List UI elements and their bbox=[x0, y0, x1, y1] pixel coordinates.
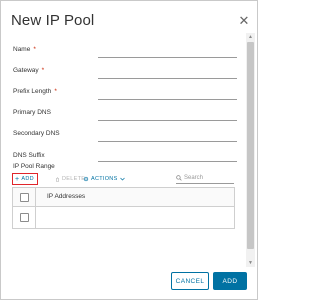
plus-icon: + bbox=[15, 175, 20, 183]
delete-range-button[interactable]: DELETE bbox=[55, 176, 85, 182]
primary-dns-field[interactable] bbox=[98, 120, 237, 121]
scroll-up-icon[interactable]: ▲ bbox=[246, 33, 255, 41]
prefix-length-label: Prefix Length * bbox=[13, 88, 57, 95]
required-mark: * bbox=[41, 67, 45, 74]
required-mark: * bbox=[54, 88, 57, 95]
new-ip-pool-dialog: New IP Pool ✕ ▲ ▼ Name * Gateway * Prefix … bbox=[0, 0, 258, 300]
gateway-label: Gateway * bbox=[13, 67, 44, 74]
search-placeholder: Search bbox=[184, 175, 204, 181]
delete-icon bbox=[56, 176, 59, 182]
ip-pool-range-label: IP Pool Range bbox=[13, 163, 55, 170]
secondary-dns-field[interactable] bbox=[98, 141, 237, 142]
row-checkbox[interactable] bbox=[20, 213, 29, 222]
select-all-checkbox[interactable] bbox=[20, 193, 29, 202]
add-range-button[interactable]: + ADD bbox=[12, 173, 38, 185]
prefix-length-field[interactable] bbox=[98, 99, 237, 100]
ip-range-table: IP Addresses bbox=[12, 187, 235, 229]
scrollbar[interactable]: ▲ ▼ bbox=[246, 33, 255, 267]
scrollbar-thumb[interactable] bbox=[247, 42, 254, 249]
table-row[interactable] bbox=[13, 207, 234, 228]
scroll-down-icon[interactable]: ▼ bbox=[246, 259, 255, 267]
actions-menu-button[interactable]: ACTIONS bbox=[83, 176, 125, 182]
add-button[interactable]: ADD bbox=[213, 272, 247, 290]
close-icon[interactable]: ✕ bbox=[237, 14, 251, 28]
search-input[interactable]: Search bbox=[176, 173, 234, 184]
column-header-ip-addresses: IP Addresses bbox=[47, 193, 86, 200]
actions-label: ACTIONS bbox=[91, 176, 118, 182]
required-mark: * bbox=[33, 46, 36, 53]
chevron-down-icon bbox=[119, 177, 125, 181]
cancel-button[interactable]: CANCEL bbox=[171, 272, 209, 290]
primary-dns-label: Primary DNS bbox=[13, 109, 51, 116]
dialog-title: New IP Pool bbox=[11, 12, 95, 29]
search-icon bbox=[176, 175, 182, 181]
dns-suffix-label: DNS Suffix bbox=[13, 152, 45, 159]
delete-range-label: DELETE bbox=[62, 176, 86, 182]
name-label: Name * bbox=[13, 46, 36, 53]
secondary-dns-label: Secondary DNS bbox=[13, 130, 60, 137]
gear-icon bbox=[83, 176, 89, 182]
name-label-text: Name bbox=[13, 46, 31, 53]
dns-suffix-field[interactable] bbox=[98, 161, 237, 162]
table-header: IP Addresses bbox=[13, 188, 234, 207]
gateway-field[interactable] bbox=[98, 78, 237, 79]
name-field[interactable] bbox=[98, 57, 237, 58]
add-range-label: ADD bbox=[21, 176, 34, 182]
prefix-length-label-text: Prefix Length bbox=[13, 88, 52, 95]
gateway-label-text: Gateway bbox=[13, 67, 39, 74]
